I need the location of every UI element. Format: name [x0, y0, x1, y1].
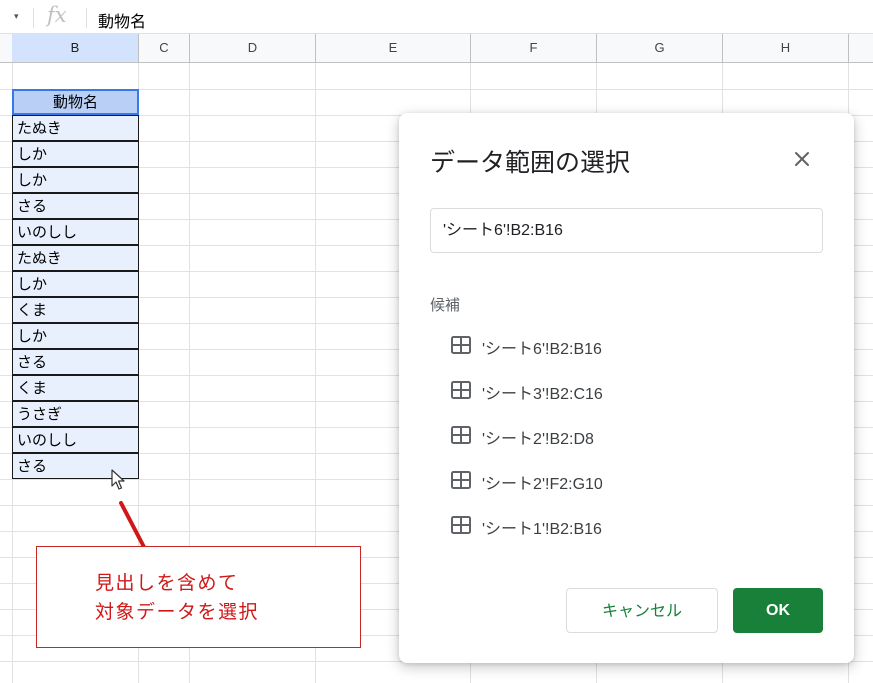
suggestion-item[interactable]: 'シート2'!B2:D8: [451, 423, 791, 449]
dialog-title: データ範囲の選択: [430, 148, 631, 177]
suggestion-item[interactable]: 'シート2'!F2:G10: [451, 468, 791, 494]
table-grid-icon: [451, 471, 471, 489]
ok-button[interactable]: OK: [733, 588, 823, 633]
cancel-button[interactable]: キャンセル: [566, 588, 718, 633]
suggestion-item[interactable]: 'シート3'!B2:C16: [451, 378, 791, 404]
range-input[interactable]: 'シート6'!B2:B16: [430, 208, 823, 253]
table-grid-icon: [451, 336, 471, 354]
suggestion-label: 'シート2'!B2:D8: [482, 431, 594, 448]
close-icon[interactable]: [790, 147, 814, 171]
annotation-callout: 見出しを含めて 対象データを選択: [36, 546, 361, 648]
suggestion-label: 'シート2'!F2:G10: [482, 476, 603, 493]
callout-text-line2: 対象データを選択: [95, 601, 260, 623]
suggestion-label: 'シート3'!B2:C16: [482, 386, 603, 403]
suggestions-label: 候補: [430, 296, 461, 314]
data-range-dialog: データ範囲の選択 'シート6'!B2:B16 候補 'シート6'!B2:B16 …: [399, 113, 854, 663]
suggestion-item[interactable]: 'シート1'!B2:B16: [451, 513, 791, 539]
callout-text-line1: 見出しを含めて: [95, 572, 239, 594]
suggestion-label: 'シート6'!B2:B16: [482, 341, 602, 358]
suggestion-label: 'シート1'!B2:B16: [482, 521, 602, 538]
suggestion-item[interactable]: 'シート6'!B2:B16: [451, 333, 791, 359]
table-grid-icon: [451, 381, 471, 399]
table-grid-icon: [451, 516, 471, 534]
table-grid-icon: [451, 426, 471, 444]
